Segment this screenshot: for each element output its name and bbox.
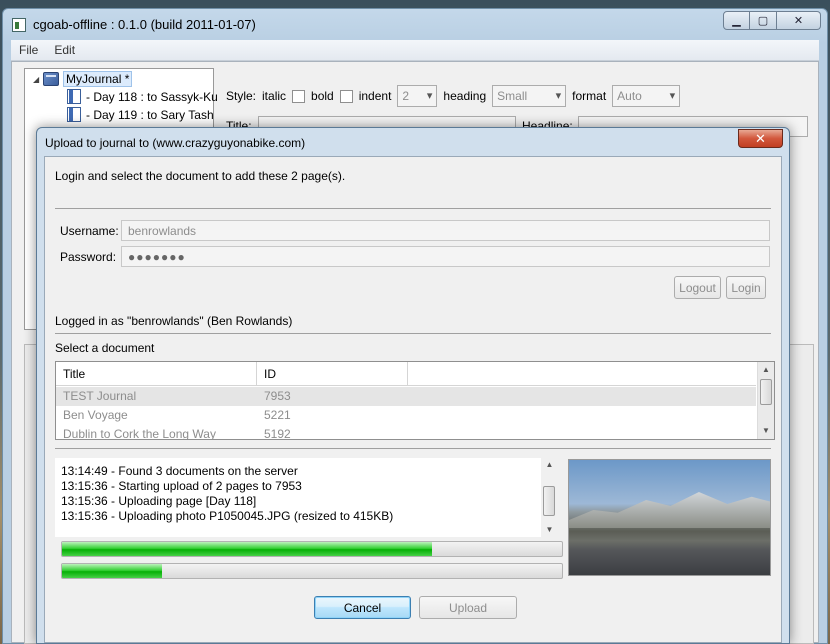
photo-preview [568,459,771,576]
log-line: 13:15:36 - Starting upload of 2 pages to… [61,479,302,493]
italic-label: italic [262,89,287,103]
overall-progress-fill [62,542,432,556]
photo-mountains [569,492,770,528]
cell-id: 7953 [264,389,291,403]
username-input[interactable]: benrowlands [121,220,770,241]
table-row[interactable]: Dublin to Cork the Long Way 5192 [56,425,756,440]
dialog-close-button[interactable]: ✕ [738,129,783,148]
dialog-body: Login and select the document to add the… [44,156,782,643]
heading-label: heading [443,89,487,103]
select-document-label: Select a document [55,341,155,355]
scroll-down-icon[interactable]: ▼ [758,423,774,439]
log-line: 13:15:36 - Uploading page [Day 118] [61,494,257,508]
minimize-icon: ▁ [732,15,741,27]
overall-progress-bar [61,541,563,557]
current-progress-bar [61,563,563,579]
menu-edit[interactable]: Edit [46,43,83,57]
tree-page-row[interactable]: - Day 119 : to Sary Tash [67,107,214,122]
scroll-up-icon[interactable]: ▲ [758,362,774,378]
dialog-title: Upload to journal to (www.crazyguyonabik… [45,136,306,150]
password-input[interactable]: ●●●●●●● [121,246,770,267]
bold-checkbox[interactable] [339,89,353,103]
login-status: Logged in as "benrowlands" (Ben Rowlands… [55,314,293,328]
caption-buttons: ▁ ▢ ✕ [723,11,821,30]
log-line: 13:15:36 - Uploading photo P1050045.JPG … [61,509,394,523]
login-button[interactable]: Login [726,276,766,299]
cell-title: TEST Journal [63,389,137,403]
table-row[interactable]: TEST Journal 7953 [56,387,756,406]
table-row[interactable]: Ben Voyage 5221 [56,406,756,425]
bold-label: bold [311,89,334,103]
divider [55,333,771,334]
table-body: TEST Journal 7953 Ben Voyage 5221 Dublin… [56,387,756,440]
indent-label: indent [358,89,392,103]
style-toolbar: Style: italic bold indent 2 heading Smal… [226,85,681,107]
cell-id: 5192 [264,427,291,440]
close-icon: ✕ [793,15,804,27]
upload-dialog: Upload to journal to (www.crazyguyonabik… [36,127,790,644]
maximize-button[interactable]: ▢ [750,11,777,30]
minimize-button[interactable]: ▁ [723,11,750,30]
cell-title: Dublin to Cork the Long Way [63,427,216,440]
title-bar: cgoab-offline : 0.1.0 (build 2011-01-07)… [3,9,827,39]
close-button[interactable]: ✕ [777,11,821,30]
format-label: format [572,89,607,103]
tree-root-label: MyJournal * [63,71,133,87]
tree-page-label: - Day 118 : to Sassyk-Ku [86,89,218,104]
italic-checkbox[interactable] [292,89,306,103]
log-scrollbar[interactable]: ▲ ▼ [541,458,558,537]
table-scrollbar[interactable]: ▲ ▼ [757,362,774,439]
upload-button[interactable]: Upload [419,596,517,619]
document-table[interactable]: Title ID TEST Journal 7953 Ben Voyage 52… [55,361,775,440]
tree-root-row[interactable]: ◢ MyJournal * [33,71,133,87]
page-icon [67,89,81,104]
menu-bar: File Edit [11,40,819,61]
cell-title: Ben Voyage [63,408,128,422]
divider [55,448,771,449]
divider [55,208,771,209]
scrollbar-thumb[interactable] [543,486,555,516]
column-header-id[interactable]: ID [257,362,408,386]
style-label: Style: [226,89,257,103]
expand-arrow-icon[interactable]: ◢ [33,75,43,84]
scroll-up-icon[interactable]: ▲ [541,458,558,472]
heading-select[interactable]: Small [492,85,567,107]
journal-book-icon [43,72,59,86]
cancel-button[interactable]: Cancel [314,596,411,619]
username-label: Username: [60,224,119,238]
column-header-title[interactable]: Title [56,362,257,386]
app-icon [12,18,26,32]
scroll-down-icon[interactable]: ▼ [541,523,558,537]
window-title: cgoab-offline : 0.1.0 (build 2011-01-07) [33,17,256,32]
dialog-title-bar: Upload to journal to (www.crazyguyonabik… [37,128,789,156]
logout-button[interactable]: Logout [674,276,721,299]
log-line: 13:14:49 - Found 3 documents on the serv… [61,464,298,478]
scrollbar-thumb[interactable] [760,379,772,405]
indent-select[interactable]: 2 [397,85,438,107]
cell-id: 5221 [264,408,291,422]
column-header-empty [408,362,756,386]
close-icon: ✕ [755,130,766,146]
password-label: Password: [60,250,117,264]
dialog-instruction: Login and select the document to add the… [55,169,346,183]
tree-page-row[interactable]: - Day 118 : to Sassyk-Ku [67,89,218,104]
current-progress-fill [62,564,162,578]
upload-log: 13:14:49 - Found 3 documents on the serv… [55,458,551,537]
menu-file[interactable]: File [11,43,46,57]
maximize-icon: ▢ [757,15,769,27]
format-select[interactable]: Auto [612,85,681,107]
table-header: Title ID [56,362,756,386]
page-icon [67,107,81,122]
tree-page-label: - Day 119 : to Sary Tash [86,107,214,122]
